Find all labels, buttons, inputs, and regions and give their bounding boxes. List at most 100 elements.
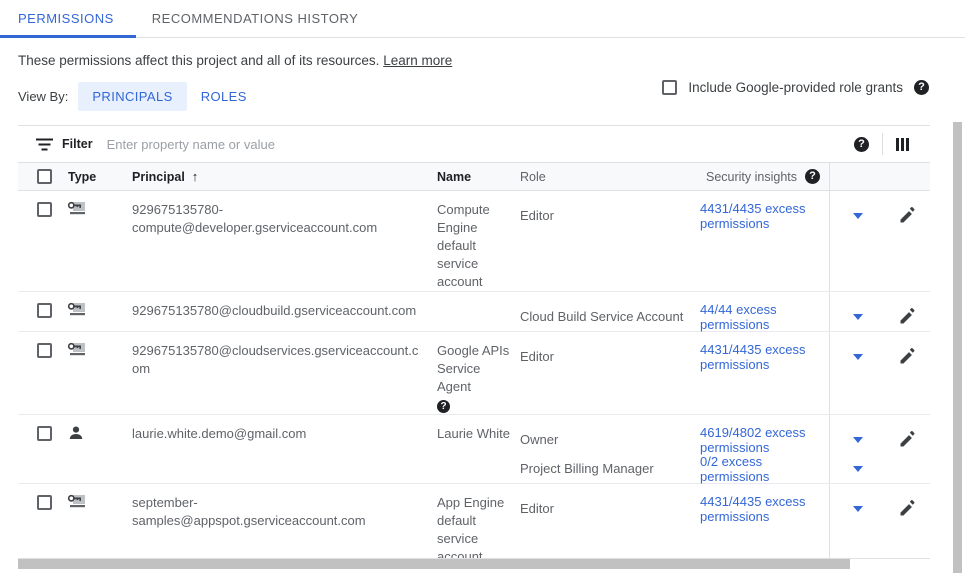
- filter-icon[interactable]: [36, 138, 53, 151]
- row-edit-column: [885, 484, 930, 566]
- tab-recommendations-history[interactable]: RECOMMENDATIONS HISTORY: [136, 0, 375, 37]
- table-row[interactable]: laurie.white.demo@gmail.comLaurie WhiteO…: [18, 415, 930, 484]
- row-security-column: 4431/4435 excess permissions: [700, 191, 829, 291]
- edit-icon[interactable]: [899, 500, 916, 517]
- chevron-down-icon[interactable]: [853, 506, 863, 512]
- table-row[interactable]: 929675135780@cloudservices.gserviceaccou…: [18, 332, 930, 415]
- row-expand-column: [829, 484, 885, 566]
- column-header-edit: [885, 163, 930, 190]
- row-type-cell: [68, 484, 132, 566]
- help-icon[interactable]: ?: [914, 80, 929, 95]
- edit-icon[interactable]: [899, 431, 916, 448]
- edit-icon[interactable]: [899, 207, 916, 224]
- expand-cell: [830, 342, 885, 371]
- view-by-roles-button[interactable]: ROLES: [187, 82, 261, 111]
- row-name-cell: Google APIs Service Agent?: [437, 332, 520, 414]
- select-all-cell: [18, 163, 68, 190]
- learn-more-link[interactable]: Learn more: [383, 53, 452, 68]
- column-header-principal-label: Principal: [132, 170, 185, 184]
- columns-icon: [896, 138, 909, 151]
- tab-permissions-label: PERMISSIONS: [18, 11, 114, 26]
- help-icon[interactable]: ?: [437, 400, 450, 413]
- vertical-scrollbar[interactable]: [950, 122, 965, 573]
- expand-cell: [830, 302, 885, 331]
- edit-icon[interactable]: [899, 308, 916, 325]
- row-type-cell: [68, 332, 132, 414]
- view-by-label: View By:: [18, 89, 68, 104]
- role-label: Owner: [520, 432, 558, 447]
- filter-input[interactable]: [105, 136, 525, 153]
- table-row[interactable]: september-samples@appspot.gserviceaccoun…: [18, 484, 930, 567]
- column-header-name[interactable]: Name: [437, 163, 520, 190]
- edit-cell: [885, 201, 930, 230]
- row-name-cell: Compute Engine default service account: [437, 191, 520, 291]
- table-header-row: Type Principal ↑ Name Role Security insi…: [18, 162, 930, 191]
- chevron-down-icon[interactable]: [853, 437, 863, 443]
- expand-cell: [830, 425, 885, 454]
- row-expand-column: [829, 332, 885, 414]
- select-all-checkbox[interactable]: [37, 169, 52, 184]
- excess-permissions-link[interactable]: 0/2 excess permissions: [700, 454, 820, 484]
- chevron-down-icon[interactable]: [853, 354, 863, 360]
- row-edit-column: [885, 191, 930, 291]
- page-description: These permissions affect this project an…: [0, 38, 965, 70]
- chevron-down-icon[interactable]: [853, 314, 863, 320]
- row-roles-column: Editor: [520, 332, 700, 414]
- help-icon[interactable]: ?: [805, 169, 820, 184]
- row-security-column: 44/44 excess permissions: [700, 292, 829, 331]
- include-google-grants-checkbox[interactable]: [662, 80, 677, 95]
- row-edit-column: [885, 332, 930, 414]
- permissions-page: PERMISSIONS RECOMMENDATIONS HISTORY Thes…: [0, 0, 965, 573]
- column-header-principal[interactable]: Principal ↑: [132, 163, 437, 190]
- service-account-icon: [68, 302, 86, 316]
- role-label: Editor: [520, 349, 554, 364]
- edit-icon[interactable]: [899, 348, 916, 365]
- row-principal-cell: laurie.white.demo@gmail.com: [132, 415, 437, 483]
- row-checkbox[interactable]: [37, 495, 52, 510]
- excess-permissions-link[interactable]: 4619/4802 excess permissions: [700, 425, 820, 455]
- row-checkbox[interactable]: [37, 303, 52, 318]
- excess-permissions-link[interactable]: 4431/4435 excess permissions: [700, 342, 820, 372]
- table-row[interactable]: 929675135780-compute@developer.gservicea…: [18, 191, 930, 292]
- chevron-down-icon[interactable]: [853, 466, 863, 472]
- user-icon: [68, 425, 84, 441]
- row-checkbox[interactable]: [37, 343, 52, 358]
- row-checkbox[interactable]: [37, 202, 52, 217]
- excess-permissions-link[interactable]: 4431/4435 excess permissions: [700, 494, 820, 524]
- role-cell: Editor: [520, 201, 700, 230]
- column-settings-button[interactable]: [883, 138, 922, 151]
- excess-permissions-link[interactable]: 44/44 excess permissions: [700, 302, 820, 332]
- tab-permissions[interactable]: PERMISSIONS: [0, 0, 136, 37]
- row-principal-cell: september-samples@appspot.gserviceaccoun…: [132, 484, 437, 566]
- row-roles-column: Owner Project Billing Manager: [520, 415, 700, 483]
- permissions-table-card: Filter ? Type Principal ↑: [18, 125, 930, 567]
- row-principal-cell: 929675135780-compute@developer.gservicea…: [132, 191, 437, 291]
- chevron-down-icon[interactable]: [853, 213, 863, 219]
- excess-permissions-link[interactable]: 4431/4435 excess permissions: [700, 201, 820, 231]
- column-header-type-label: Type: [68, 170, 96, 184]
- row-select-cell: [18, 484, 68, 566]
- horizontal-scrollbar-thumb[interactable]: [18, 559, 850, 569]
- sort-ascending-icon[interactable]: ↑: [192, 170, 199, 183]
- role-label: Cloud Build Service Account: [520, 309, 683, 324]
- role-cell: Owner: [520, 425, 700, 454]
- column-header-type[interactable]: Type: [68, 163, 132, 190]
- horizontal-scrollbar[interactable]: [18, 559, 930, 569]
- column-header-security-insights[interactable]: Security insights ?: [700, 163, 829, 190]
- table-row[interactable]: 929675135780@cloudbuild.gserviceaccount.…: [18, 292, 930, 332]
- row-select-cell: [18, 191, 68, 291]
- principal-label: laurie.white.demo@gmail.com: [132, 426, 306, 441]
- row-roles-column: Cloud Build Service Account: [520, 292, 700, 331]
- row-security-column: 4431/4435 excess permissions: [700, 332, 829, 414]
- security-insight-cell: 44/44 excess permissions: [700, 302, 829, 331]
- column-header-role[interactable]: Role: [520, 163, 700, 190]
- view-by-principals-button[interactable]: PRINCIPALS: [78, 82, 186, 111]
- role-label: Project Billing Manager: [520, 461, 654, 476]
- vertical-scrollbar-thumb[interactable]: [953, 122, 962, 573]
- name-label: Compute Engine default service account: [437, 202, 490, 289]
- security-insight-cell: 4431/4435 excess permissions: [700, 494, 829, 523]
- help-icon[interactable]: ?: [854, 137, 869, 152]
- filter-help-button[interactable]: ?: [841, 137, 882, 152]
- role-cell: Editor: [520, 342, 700, 371]
- row-checkbox[interactable]: [37, 426, 52, 441]
